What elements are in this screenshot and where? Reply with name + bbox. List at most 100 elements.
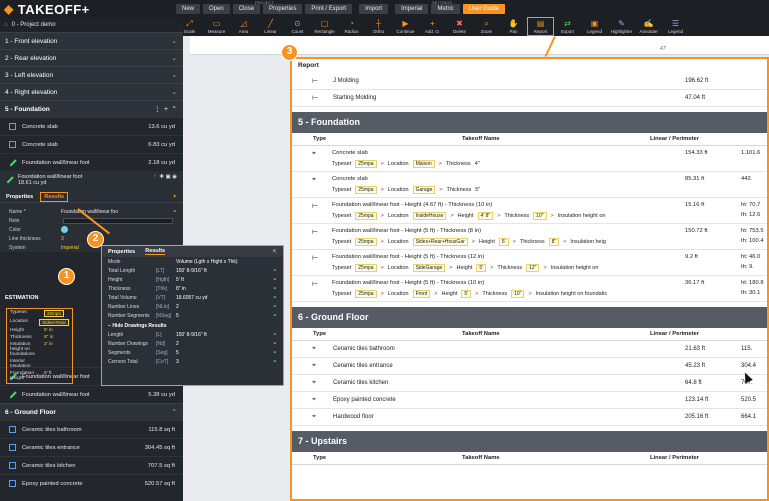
tool-area[interactable]: ◿ Area bbox=[230, 17, 257, 36]
sidebar-item[interactable]: Ceramic tiles entrance 304.45 sq ft bbox=[0, 438, 183, 456]
table-row[interactable]: ⊢ J Molding 196.62 ft bbox=[292, 73, 767, 90]
link-icon[interactable]: ⚭ bbox=[273, 350, 277, 356]
sidebar-item[interactable]: Ceramic tiles bathroom 115.8 sq ft bbox=[0, 420, 183, 438]
table-row[interactable]: ⌖ Ceramic tiles kitchen 64.8 ft 707. bbox=[292, 375, 767, 392]
section-right-elevation[interactable]: 4 - Right elevation ⌄ bbox=[0, 83, 183, 100]
table-row[interactable]: ⌖ Epoxy painted concrete 123.14 ft 520.5 bbox=[292, 392, 767, 409]
table-row[interactable]: ⊢ Foundation wall/linear foot - Height (4… bbox=[292, 198, 767, 224]
table-row[interactable]: ⊢ Foundation wall/linear foot - Height (5… bbox=[292, 276, 767, 302]
attribute-key: Location bbox=[387, 213, 409, 219]
tab-properties[interactable]: Properties bbox=[6, 194, 33, 200]
table-row[interactable]: ⌖ Concrete slab 85.31 ft 442. Typeset 25mpa > L… bbox=[292, 172, 767, 198]
hide-drawings-toggle[interactable]: − Hide Drawings Results bbox=[102, 320, 283, 330]
tool-legend-2[interactable]: ☰ Legend bbox=[662, 17, 689, 36]
item-actions-icon[interactable]: ⋮ ✚ ▣ ◉ bbox=[152, 174, 177, 180]
section-left-elevation[interactable]: 3 - Left elevation ⌄ bbox=[0, 66, 183, 83]
tool-rectangle[interactable]: ▢ Rectangle bbox=[311, 17, 338, 36]
tool-pan[interactable]: ✋ Pan bbox=[500, 17, 527, 36]
tool-continue[interactable]: ▶ Continue bbox=[392, 17, 419, 36]
section-rear-elevation[interactable]: 2 - Rear elevation ⌄ bbox=[0, 49, 183, 66]
link-icon[interactable]: ⚭ bbox=[173, 209, 177, 215]
link-icon[interactable]: ⚭ bbox=[273, 295, 277, 301]
separator-icon: > bbox=[563, 239, 567, 245]
separator-icon: > bbox=[380, 239, 384, 245]
separator-icon: > bbox=[439, 187, 443, 193]
table-row[interactable]: ⌖ Ceramic tiles bathroom 21.63 ft 115. bbox=[292, 341, 767, 358]
sidebar-item[interactable]: Ceramic tiles kitchen 707.5 sq ft bbox=[0, 456, 183, 474]
attribute-key: Insulation height on bbox=[550, 265, 599, 271]
project-header[interactable]: ⌂ 0 - Project demo bbox=[0, 18, 183, 32]
table-row[interactable]: ⌖ Concrete slab 154.33 ft 1,101.6 Typeset 25m… bbox=[292, 146, 767, 172]
tool-measure[interactable]: ▭ Measure bbox=[203, 17, 230, 36]
popup-tab-results[interactable]: Results bbox=[145, 248, 166, 255]
estimation-title: ESTIMATION bbox=[5, 295, 39, 301]
link-icon[interactable]: ⚭ bbox=[273, 304, 277, 310]
sidebar-item[interactable]: Foundation wall/linear foot 2.18 cu yd bbox=[0, 153, 183, 171]
popout-icon[interactable]: ⇱ bbox=[273, 249, 277, 255]
tool-add[interactable]: + Add. O. bbox=[419, 17, 446, 36]
tool-radius[interactable]: ◔ Radius bbox=[338, 17, 365, 36]
link-icon[interactable]: ⚭ bbox=[273, 341, 277, 347]
sidebar-item[interactable]: Foundation wall/linear foot 5.38 cu yd bbox=[0, 385, 183, 403]
link-icon[interactable]: ⚭ bbox=[273, 313, 277, 319]
table-row[interactable]: ⊢ Starting Molding 47.04 ft bbox=[292, 90, 767, 107]
attribute-value: 4' 8" bbox=[477, 212, 494, 220]
attribute-key: Insulation heig bbox=[570, 239, 606, 245]
link-icon[interactable]: ⚭ bbox=[273, 277, 277, 283]
table-row[interactable]: ⊢ Foundation wall/linear foot - Height (5… bbox=[292, 250, 767, 276]
more-icon[interactable]: ⋮ + ⌃ bbox=[154, 105, 177, 113]
tool-export[interactable]: ⇄ Export bbox=[554, 17, 581, 36]
foundation-rows: ⌖ Concrete slab 154.33 ft 1,101.6 Typeset 25m… bbox=[292, 146, 767, 302]
sidebar-item[interactable]: Concrete slab 6.83 cu yd bbox=[0, 135, 183, 153]
tool-count[interactable]: ⊙ Count bbox=[284, 17, 311, 36]
print-export-button[interactable]: Print / Export bbox=[305, 4, 353, 14]
tool-highlighter[interactable]: ✎ Highlighter bbox=[608, 17, 635, 36]
section-ground-floor[interactable]: 6 - Ground Floor ⌃ bbox=[0, 403, 183, 420]
user-guide-button[interactable]: User Guide bbox=[462, 4, 506, 14]
section-foundation-header: 5 - Foundation bbox=[292, 112, 767, 133]
result-row: Total Length [LT] 150' 8-9/16" ft ⚭ bbox=[108, 267, 277, 274]
result-row: Length [L] 150' 8-9/16" ft ⚭ bbox=[108, 331, 277, 338]
rectangle-icon: ▢ bbox=[320, 18, 329, 28]
table-row[interactable]: ⊢ Foundation wall/linear foot - Height (5… bbox=[292, 224, 767, 250]
new-button[interactable]: New bbox=[176, 4, 201, 14]
link-icon[interactable]: ⚭ bbox=[273, 359, 277, 365]
separator-icon: > bbox=[380, 161, 384, 167]
sidebar-item[interactable]: Epoxy painted concrete 520.57 sq ft bbox=[0, 474, 183, 492]
tab-results[interactable]: Results bbox=[40, 191, 69, 202]
metric-button[interactable]: Metric bbox=[431, 4, 460, 14]
open-button[interactable]: Open bbox=[203, 4, 230, 14]
link-icon[interactable]: ⚭ bbox=[273, 332, 277, 338]
link-icon[interactable]: ⚭ bbox=[273, 286, 277, 292]
section-foundation[interactable]: 5 - Foundation ⋮ + ⌃ bbox=[0, 100, 183, 117]
section-front-elevation[interactable]: 1 - Front elevation ⌄ bbox=[0, 32, 183, 49]
tool-linear[interactable]: ╱ Linear bbox=[257, 17, 284, 36]
tool-legend[interactable]: ▣ Legend bbox=[581, 17, 608, 36]
table-row[interactable]: ⌖ Hardwood floor 205.16 ft 664.1 bbox=[292, 409, 767, 426]
close-button[interactable]: Close bbox=[232, 4, 261, 14]
tool-report[interactable]: ▤ Report bbox=[527, 17, 554, 36]
popup-tab-properties[interactable]: Properties bbox=[108, 249, 135, 255]
attribute-value: 12" bbox=[526, 264, 540, 272]
import-button[interactable]: Import bbox=[359, 4, 389, 14]
chevron-down-icon: ⌄ bbox=[171, 72, 177, 79]
tool-delete[interactable]: ✖ Delete bbox=[446, 17, 473, 36]
attribute-value: 25mpa bbox=[355, 212, 377, 220]
attribute-key: Location bbox=[387, 265, 409, 271]
linear-icon: ╱ bbox=[268, 18, 273, 28]
table-row[interactable]: ⌖ Ceramic tiles entrance 45.23 ft 304.4 bbox=[292, 358, 767, 375]
attribute-key: Thickness bbox=[504, 213, 530, 219]
color-swatch[interactable] bbox=[61, 226, 68, 233]
note-field[interactable] bbox=[63, 217, 173, 224]
tool-annotate[interactable]: ✍ Annotate bbox=[635, 17, 662, 36]
row-attributes: Typeset 25mpa > Location Maison > Thickness 4" bbox=[332, 160, 480, 168]
pin-icon[interactable]: ✦ bbox=[172, 194, 177, 200]
link-icon[interactable]: ⚭ bbox=[273, 268, 277, 274]
imperial-button[interactable]: Imperial bbox=[395, 4, 429, 14]
selected-item[interactable]: Foundation wall/linear foot 18.61 cu yd ⋮… bbox=[0, 171, 183, 191]
sidebar-item[interactable]: Concrete slab 13.6 cu yd bbox=[0, 117, 183, 135]
properties-button[interactable]: Properties bbox=[263, 4, 303, 14]
tool-ortho[interactable]: ┼ Ortho bbox=[365, 17, 392, 36]
tool-zoom[interactable]: ⌕ Zoom bbox=[473, 17, 500, 36]
separator-icon: > bbox=[550, 213, 554, 219]
